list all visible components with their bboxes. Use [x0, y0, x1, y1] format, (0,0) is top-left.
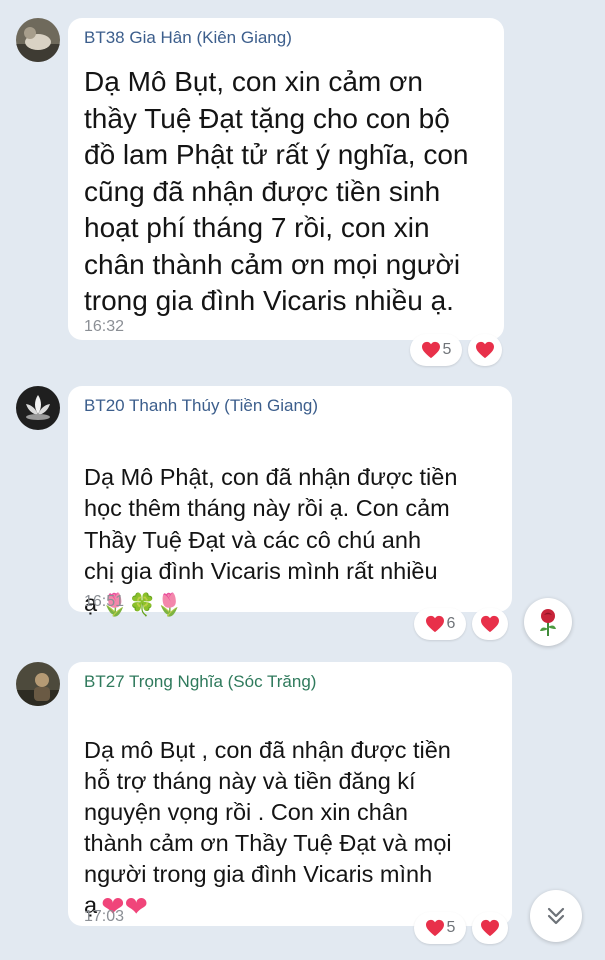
message-item: BT38 Gia Hân (Kiên Giang) Dạ Mô Bụt, con…: [0, 0, 605, 372]
reaction-count-badge[interactable]: 6: [414, 608, 466, 640]
message-text: Dạ Mô Bụt, con xin cảm ơn thầy Tuệ Đạt t…: [84, 66, 469, 316]
react-heart-button[interactable]: [472, 912, 508, 944]
sender-name[interactable]: BT20 Thanh Thúy (Tiền Giang): [84, 396, 318, 416]
react-heart-button[interactable]: [468, 334, 502, 366]
heart-icon: [480, 615, 500, 633]
react-heart-button[interactable]: [472, 608, 508, 640]
message-text: Dạ Mô Phật, con đã nhận được tiền học th…: [84, 430, 512, 620]
reaction-count: 5: [442, 341, 452, 358]
message-item: BT20 Thanh Thúy (Tiền Giang) Dạ Mô Phật,…: [0, 372, 605, 652]
message-time: 17:03: [84, 908, 125, 925]
message-bubble[interactable]: BT27 Trọng Nghĩa (Sóc Trăng) Dạ mô Bụt ,…: [68, 662, 512, 926]
heart-icon: [480, 919, 500, 937]
reaction-count: 6: [446, 615, 456, 632]
message-time: 16:51: [84, 593, 125, 610]
sender-name[interactable]: BT38 Gia Hân (Kiên Giang): [84, 28, 292, 48]
heart-icon: [425, 615, 445, 633]
heart-icon: [475, 341, 495, 359]
message-text: Dạ mô Bụt , con đã nhận được tiền hỗ trợ…: [84, 704, 512, 922]
reaction-count: 5: [446, 919, 456, 936]
heart-icon: [421, 341, 441, 359]
message-bubble[interactable]: BT38 Gia Hân (Kiên Giang) Dạ Mô Bụt, con…: [68, 18, 504, 340]
sender-name[interactable]: BT27 Trọng Nghĩa (Sóc Trăng): [84, 672, 316, 692]
avatar[interactable]: [16, 386, 60, 430]
heart-icon: [425, 919, 445, 937]
rose-icon: [540, 609, 556, 636]
avatar[interactable]: [16, 18, 60, 62]
message-time: 16:32: [84, 318, 125, 335]
chevron-double-down-icon: [547, 907, 565, 925]
scroll-to-bottom-button[interactable]: [530, 890, 582, 942]
message-bubble[interactable]: BT20 Thanh Thúy (Tiền Giang) Dạ Mô Phật,…: [68, 386, 512, 617]
reaction-count-badge[interactable]: 5: [414, 912, 466, 944]
avatar[interactable]: [16, 662, 60, 706]
reaction-count-badge[interactable]: 5: [410, 334, 462, 366]
message-item: BT27 Trọng Nghĩa (Sóc Trăng) Dạ mô Bụt ,…: [0, 652, 605, 960]
quick-reaction-button[interactable]: [524, 598, 572, 646]
